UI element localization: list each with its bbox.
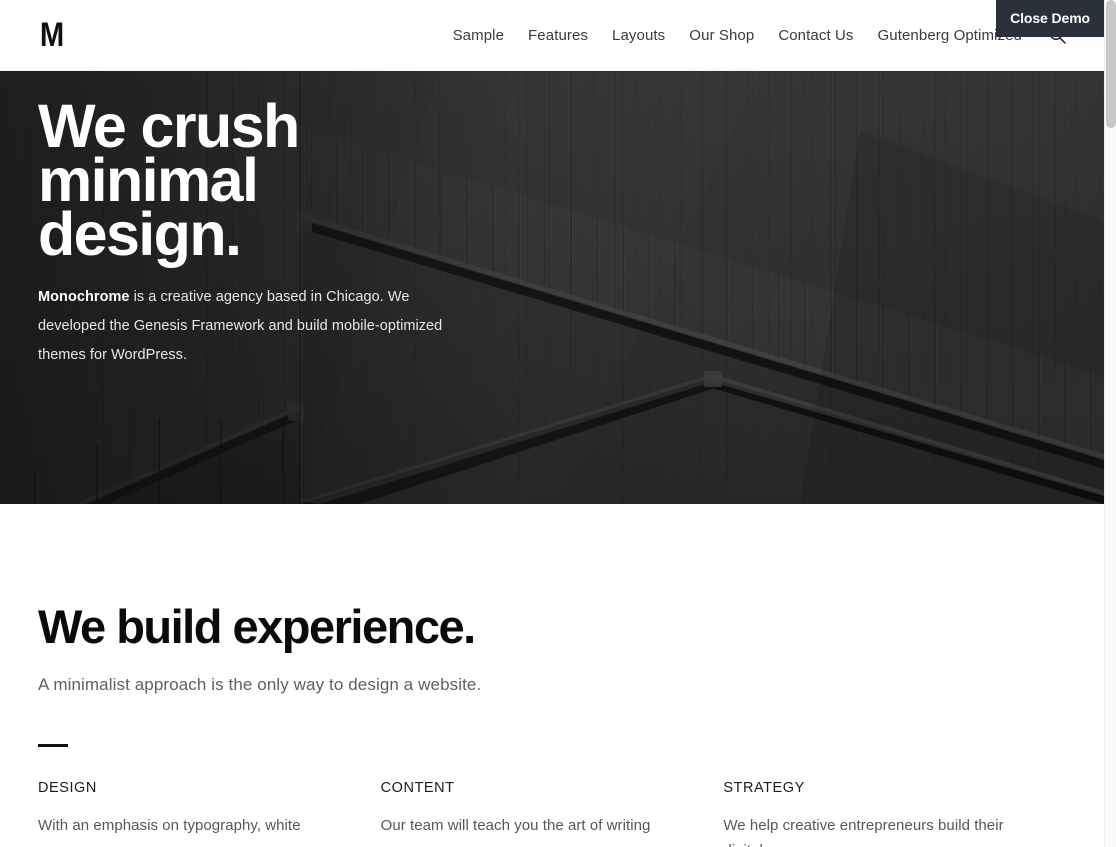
features-columns: DESIGN With an emphasis on typography, w…: [0, 780, 1104, 847]
monochrome-logo-icon: M: [39, 16, 64, 54]
feature-body-design: With an emphasis on typography, white sp…: [38, 817, 301, 847]
hero-headline-line-3: design.: [38, 200, 242, 268]
hero-lead-brand: Monochrome: [38, 289, 130, 305]
page-scrollbar-track[interactable]: [1104, 0, 1116, 847]
feature-title-content: CONTENT: [380, 780, 455, 796]
build-section-title: We build experience.: [38, 600, 476, 653]
hero-content: We crush minimal design. Monochrome is a…: [38, 96, 558, 370]
close-demo-button[interactable]: Close Demo: [996, 0, 1104, 38]
feature-column-strategy: STRATEGY We help creative entrepreneurs …: [723, 780, 1066, 847]
feature-column-design: DESIGN With an emphasis on typography, w…: [38, 780, 381, 847]
hero-headline: We crush minimal design.: [38, 96, 338, 265]
nav-item-contact-us[interactable]: Contact Us: [766, 0, 865, 71]
nav-item-layouts[interactable]: Layouts: [600, 0, 677, 71]
build-section-subtitle: A minimalist approach is the only way to…: [38, 674, 482, 694]
section-divider-rule: [38, 744, 68, 748]
site-logo-link[interactable]: M: [38, 18, 65, 52]
nav-item-features[interactable]: Features: [516, 0, 600, 71]
feature-body-strategy: We help creative entrepreneurs build the…: [723, 817, 1004, 847]
hero-lead-paragraph: Monochrome is a creative agency based in…: [38, 283, 458, 370]
site-header: M Sample Features Layouts Our Shop Conta…: [0, 0, 1104, 71]
nav-item-our-shop[interactable]: Our Shop: [677, 0, 766, 71]
feature-column-content: CONTENT Our team will teach you the art …: [381, 780, 724, 847]
hero-section: We crush minimal design. Monochrome is a…: [0, 71, 1104, 504]
nav-item-sample[interactable]: Sample: [441, 0, 516, 71]
page-root: M Sample Features Layouts Our Shop Conta…: [0, 0, 1116, 847]
feature-title-design: DESIGN: [38, 780, 97, 796]
feature-body-content: Our team will teach you the art of writi…: [380, 817, 651, 835]
build-experience-section: We build experience. A minimalist approa…: [0, 504, 1104, 748]
feature-title-strategy: STRATEGY: [723, 780, 805, 796]
page-scrollbar-thumb[interactable]: [1106, 0, 1116, 128]
